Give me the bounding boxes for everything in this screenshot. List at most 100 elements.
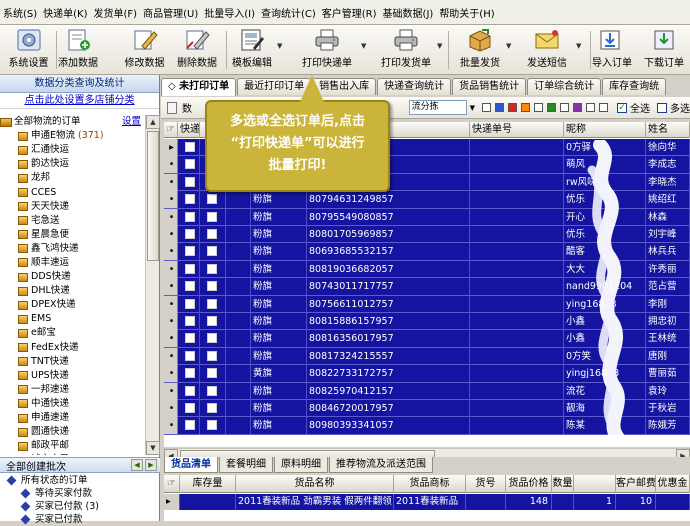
- tree-item[interactable]: DHL快递: [0, 284, 145, 298]
- row-checkbox[interactable]: [185, 368, 195, 379]
- select-all-checkbox[interactable]: [617, 102, 627, 113]
- row-check-cell[interactable]: [178, 295, 200, 313]
- item-grid-column-header[interactable]: 货品名称: [236, 475, 394, 493]
- row-checkbox[interactable]: [207, 194, 217, 205]
- row-check-cell[interactable]: [226, 208, 251, 226]
- item-grid-column-header[interactable]: 优惠金: [656, 475, 690, 493]
- dropdown-arrow-icon[interactable]: ▼: [470, 104, 475, 112]
- toolbar-button-2[interactable]: 修改数据: [123, 28, 166, 72]
- row-checkbox[interactable]: [185, 403, 195, 413]
- tree-item[interactable]: 韵达快运: [0, 157, 145, 171]
- row-indicator-icon[interactable]: •: [164, 417, 178, 435]
- flag-filter-icon[interactable]: [586, 103, 595, 112]
- row-check-cell[interactable]: [226, 278, 251, 296]
- row-indicator-icon[interactable]: •: [164, 226, 178, 243]
- row-check-cell[interactable]: [178, 156, 200, 174]
- scroll-up-button[interactable]: ▲: [146, 115, 160, 129]
- status-item[interactable]: 等待买家付款: [0, 487, 160, 500]
- scroll-down-button[interactable]: ▼: [146, 441, 160, 455]
- toolbar-button-5[interactable]: 打印快递单: [299, 28, 355, 72]
- grid-column-header[interactable]: 姓名: [646, 122, 690, 138]
- flag-filter-icon[interactable]: [573, 103, 582, 112]
- row-check-cell[interactable]: [226, 330, 251, 348]
- row-check-cell[interactable]: [178, 208, 200, 226]
- detail-tab-0[interactable]: 货品清单: [164, 457, 218, 473]
- row-indicator-icon[interactable]: •: [164, 330, 178, 348]
- tree-item[interactable]: 汇通快运: [0, 143, 145, 157]
- next-arrow-icon[interactable]: ▶: [145, 459, 157, 471]
- row-indicator-icon[interactable]: •: [164, 365, 178, 383]
- row-checkbox[interactable]: [207, 298, 217, 309]
- row-check-cell[interactable]: [200, 313, 226, 330]
- row-check-cell[interactable]: [200, 243, 226, 261]
- tree-item[interactable]: FedEx快递: [0, 341, 145, 355]
- flag-filter-icon[interactable]: [495, 103, 504, 112]
- tab-5[interactable]: 订单综合统计: [527, 78, 602, 95]
- row-indicator-icon[interactable]: •: [164, 260, 178, 278]
- toolbar-dropdown-arrow-icon[interactable]: ▼: [506, 42, 511, 50]
- row-indicator-icon[interactable]: •: [164, 295, 178, 313]
- tab-0[interactable]: ◇ 未打印订单: [161, 78, 237, 96]
- toolbar-dropdown-arrow-icon[interactable]: ▼: [437, 42, 442, 50]
- item-grid-column-header[interactable]: [574, 475, 616, 493]
- scroll-thumb[interactable]: [147, 131, 159, 261]
- tree-item[interactable]: UPS快递: [0, 369, 145, 383]
- row-check-cell[interactable]: [178, 347, 200, 365]
- tree-item[interactable]: 一邦速递: [0, 383, 145, 397]
- toolbar-button-7[interactable]: 批量发货: [455, 28, 505, 72]
- row-indicator-icon[interactable]: •: [164, 278, 178, 296]
- toolbar-button-1[interactable]: 添加数据: [58, 28, 98, 72]
- detail-tab-2[interactable]: 原料明细: [274, 457, 328, 473]
- row-pointer-icon[interactable]: ☞: [164, 475, 180, 493]
- row-indicator-icon[interactable]: •: [164, 313, 178, 330]
- row-checkbox[interactable]: [207, 263, 217, 274]
- row-checkbox[interactable]: [185, 281, 195, 292]
- row-check-cell[interactable]: [178, 278, 200, 296]
- item-grid-column-header[interactable]: 库存量: [180, 475, 236, 493]
- row-checkbox[interactable]: [207, 368, 217, 379]
- flag-filter-icon[interactable]: [560, 103, 569, 112]
- row-checkbox[interactable]: [185, 420, 195, 431]
- row-checkbox[interactable]: [207, 385, 217, 396]
- tree-scrollbar[interactable]: ▲ ▼: [145, 115, 160, 455]
- tree-item[interactable]: 城市之星: [0, 453, 145, 455]
- row-check-cell[interactable]: [200, 417, 226, 435]
- row-check-cell[interactable]: [200, 260, 226, 278]
- row-check-cell[interactable]: [226, 313, 251, 330]
- row-checkbox[interactable]: [185, 194, 195, 205]
- item-grid-column-header[interactable]: 货品价格: [506, 475, 552, 493]
- tree-item[interactable]: 申通E物流 (371): [0, 129, 145, 143]
- row-check-cell[interactable]: [226, 347, 251, 365]
- tree-item[interactable]: 圆通快递: [0, 425, 145, 439]
- grid-column-header[interactable]: 快递: [178, 122, 200, 138]
- status-item[interactable]: 买家已付款: [0, 513, 160, 526]
- tree-item[interactable]: 顺丰速运: [0, 256, 145, 270]
- toolbar-button-3[interactable]: 删除数据: [176, 28, 218, 72]
- row-checkbox[interactable]: [185, 229, 195, 239]
- row-indicator-icon[interactable]: •: [164, 173, 178, 191]
- row-checkbox[interactable]: [185, 263, 195, 274]
- tab-3[interactable]: 快递查询统计: [377, 78, 452, 95]
- row-pointer-icon[interactable]: ☞: [164, 122, 178, 138]
- row-checkbox[interactable]: [207, 350, 217, 361]
- row-indicator-icon[interactable]: •: [164, 243, 178, 261]
- row-checkbox[interactable]: [185, 350, 195, 361]
- row-check-cell[interactable]: [200, 382, 226, 400]
- menu-item-8[interactable]: 帮助关于(H): [436, 5, 497, 20]
- row-check-cell[interactable]: [226, 417, 251, 435]
- row-check-cell[interactable]: [178, 243, 200, 261]
- row-check-cell[interactable]: [178, 260, 200, 278]
- row-checkbox[interactable]: [185, 142, 195, 152]
- toolbar-button-4[interactable]: 模板编辑: [229, 28, 275, 72]
- row-checkbox[interactable]: [185, 176, 195, 187]
- row-checkbox[interactable]: [207, 316, 217, 326]
- row-checkbox[interactable]: [207, 281, 217, 292]
- row-checkbox[interactable]: [207, 211, 217, 222]
- row-indicator-icon[interactable]: •: [164, 400, 178, 417]
- row-indicator-icon[interactable]: •: [164, 382, 178, 400]
- tree-item[interactable]: 中通快递: [0, 397, 145, 411]
- tree-item[interactable]: EMS: [0, 312, 145, 326]
- tree-item[interactable]: 星晨急便: [0, 228, 145, 242]
- row-check-cell[interactable]: [226, 260, 251, 278]
- menu-item-7[interactable]: 基础数据(J): [380, 5, 437, 20]
